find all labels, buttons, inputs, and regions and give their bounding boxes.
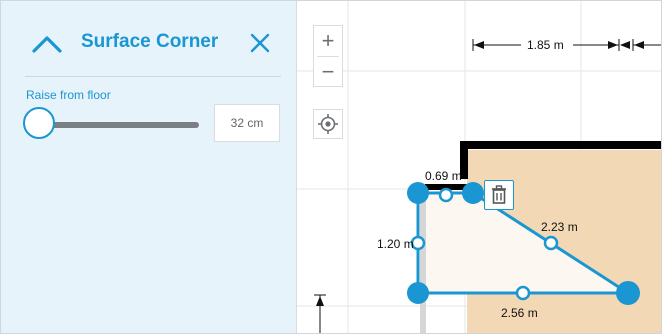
panel-divider (25, 76, 281, 77)
close-icon[interactable] (248, 31, 272, 55)
dim-arrow (634, 41, 644, 49)
raise-value-input[interactable]: 32 cm (214, 104, 280, 142)
dim-arrow (620, 41, 630, 49)
locate-button[interactable] (313, 109, 343, 139)
corner-handle[interactable] (407, 182, 429, 204)
dim-arrow (608, 41, 618, 49)
app-frame: Surface Corner Raise from floor 32 cm 1.… (0, 0, 662, 334)
raise-slider-thumb[interactable] (23, 107, 55, 139)
dimension-label-diagonal: 2.23 m (541, 220, 578, 234)
delete-corner-button[interactable] (484, 180, 514, 210)
floor-plan-drawing (297, 1, 661, 333)
corner-handle[interactable] (616, 281, 640, 305)
floor-plan-canvas[interactable]: 1.85 m 0.69 m 1.20 m 2.23 m 2.56 m + − (297, 1, 661, 333)
dim-arrow (474, 41, 484, 49)
midpoint-handle[interactable] (543, 235, 559, 251)
raise-slider-track[interactable] (41, 122, 199, 128)
dimension-label-top-left: 0.69 m (425, 169, 462, 183)
corner-handle[interactable] (462, 182, 484, 204)
zoom-in-button[interactable]: + (314, 26, 342, 56)
dimension-label-top: 1.85 m (527, 38, 564, 52)
dimension-label-left: 1.20 m (377, 237, 414, 251)
slider-label: Raise from floor (26, 88, 111, 102)
corner-handle[interactable] (407, 282, 429, 304)
zoom-out-button[interactable]: − (314, 57, 342, 87)
zoom-controls: + − (313, 25, 343, 87)
surface-corner-panel: Surface Corner Raise from floor 32 cm (1, 1, 297, 333)
midpoint-handle[interactable] (515, 285, 531, 301)
corner-icon (32, 36, 62, 53)
midpoint-handle[interactable] (438, 187, 454, 203)
dimension-label-bottom: 2.56 m (501, 306, 538, 320)
locate-icon (318, 114, 338, 134)
dim-arrow (316, 296, 324, 306)
panel-title: Surface Corner (81, 31, 219, 52)
trash-icon (492, 185, 506, 204)
top-dimension-line (472, 39, 661, 51)
